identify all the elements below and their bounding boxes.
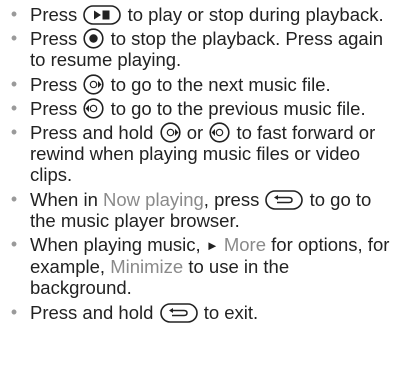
bullet: • <box>10 122 18 143</box>
instruction-page: • Press to play or stop during playback.… <box>0 0 396 388</box>
bullet: • <box>10 97 18 118</box>
back-key-icon <box>159 302 198 323</box>
list-item: • Press to stop the playback. Press agai… <box>6 28 394 70</box>
navigation-right-key-icon <box>83 74 105 95</box>
bullet: • <box>10 4 18 24</box>
now-playing-term: Now playing <box>103 188 204 210</box>
list-item: • When playing music, ► More for options… <box>6 234 394 299</box>
list-item: • Press to go to the next music file. <box>6 74 394 95</box>
arrow-right-icon: ► <box>205 238 219 254</box>
navigation-right-key-icon <box>159 122 181 143</box>
list-item: • Press to go to the previous music file… <box>6 98 394 119</box>
play-stop-key-icon <box>83 5 122 25</box>
navigation-left-key-icon <box>209 122 230 143</box>
navigation-left-key-icon <box>83 98 105 119</box>
bullet: • <box>10 188 18 209</box>
bullet: • <box>10 73 18 94</box>
list-item: • Press to play or stop during playback. <box>6 4 394 25</box>
bullet: • <box>10 28 18 49</box>
instruction-list: • Press to play or stop during playback.… <box>6 4 394 326</box>
list-item: • When in Now playing, press to go to th… <box>6 189 394 231</box>
back-key-icon <box>265 189 304 210</box>
bullet: • <box>10 301 18 322</box>
bullet: • <box>10 234 18 255</box>
center-key-icon <box>83 28 105 49</box>
list-item: • Press and hold to exit. <box>6 302 394 323</box>
more-menu-term: More <box>223 234 266 256</box>
minimize-term: Minimize <box>110 256 184 278</box>
list-item: • Press and hold or to fast forward or r… <box>6 122 394 186</box>
